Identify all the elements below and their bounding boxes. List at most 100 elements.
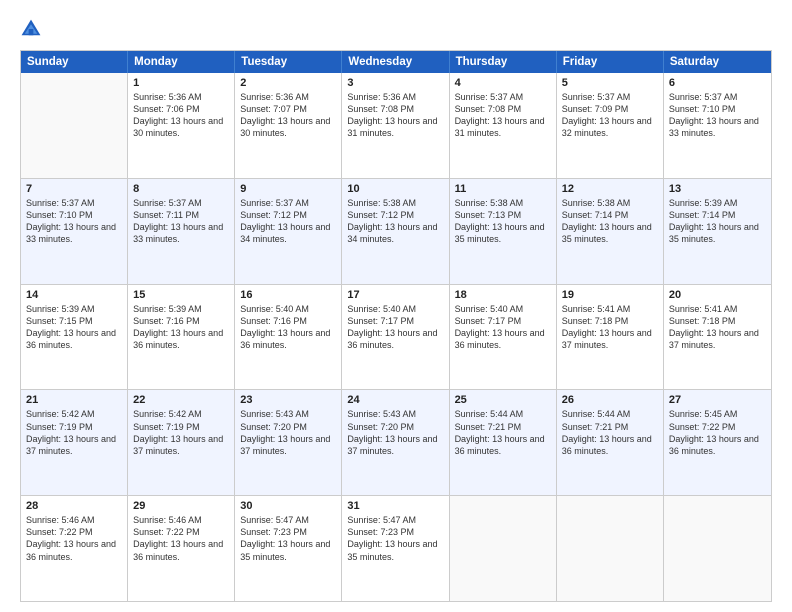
cell-info: Sunrise: 5:42 AMSunset: 7:19 PMDaylight:…: [133, 408, 229, 457]
calendar-body: 1 Sunrise: 5:36 AMSunset: 7:06 PMDaylight…: [21, 73, 771, 601]
cell-info: Sunrise: 5:38 AMSunset: 7:14 PMDaylight:…: [562, 197, 658, 246]
day-number: 26: [562, 394, 658, 406]
cell-info: Sunrise: 5:46 AMSunset: 7:22 PMDaylight:…: [133, 514, 229, 563]
cal-cell: 12 Sunrise: 5:38 AMSunset: 7:14 PMDayligh…: [557, 179, 664, 284]
cal-cell: 28Sunrise: 5:46 AMSunset: 7:22 PMDayligh…: [21, 496, 128, 601]
cal-week-4: 21 Sunrise: 5:42 AMSunset: 7:19 PMDayligh…: [21, 390, 771, 496]
cal-week-2: 7Sunrise: 5:37 AMSunset: 7:10 PMDaylight…: [21, 179, 771, 285]
cell-info: Sunrise: 5:37 AMSunset: 7:08 PMDaylight:…: [455, 91, 551, 140]
day-number: 19: [562, 289, 658, 301]
cal-cell: 14 Sunrise: 5:39 AMSunset: 7:15 PMDayligh…: [21, 285, 128, 390]
cell-info: Sunrise: 5:40 AMSunset: 7:17 PMDaylight:…: [347, 303, 443, 352]
day-number: 13: [669, 183, 766, 195]
cell-info: Sunrise: 5:41 AMSunset: 7:18 PMDaylight:…: [562, 303, 658, 352]
cal-cell: 16 Sunrise: 5:40 AMSunset: 7:16 PMDayligh…: [235, 285, 342, 390]
cal-header-sunday: Sunday: [21, 51, 128, 73]
day-number: 18: [455, 289, 551, 301]
cal-cell: 6 Sunrise: 5:37 AMSunset: 7:10 PMDaylight…: [664, 73, 771, 178]
cal-cell: 25Sunrise: 5:44 AMSunset: 7:21 PMDayligh…: [450, 390, 557, 495]
cell-info: Sunrise: 5:36 AMSunset: 7:08 PMDaylight:…: [347, 91, 443, 140]
cell-info: Sunrise: 5:37 AMSunset: 7:10 PMDaylight:…: [669, 91, 766, 140]
cal-cell: 23 Sunrise: 5:43 AMSunset: 7:20 PMDayligh…: [235, 390, 342, 495]
cell-info: Sunrise: 5:38 AMSunset: 7:12 PMDaylight:…: [347, 197, 443, 246]
day-number: 9: [240, 183, 336, 195]
cell-info: Sunrise: 5:39 AMSunset: 7:15 PMDaylight:…: [26, 303, 122, 352]
day-number: 17: [347, 289, 443, 301]
cell-info: Sunrise: 5:37 AMSunset: 7:09 PMDaylight:…: [562, 91, 658, 140]
cal-week-3: 14 Sunrise: 5:39 AMSunset: 7:15 PMDayligh…: [21, 285, 771, 391]
cal-cell: 24 Sunrise: 5:43 AMSunset: 7:20 PMDayligh…: [342, 390, 449, 495]
cal-cell: 7Sunrise: 5:37 AMSunset: 7:10 PMDaylight…: [21, 179, 128, 284]
cal-cell: [664, 496, 771, 601]
cell-info: Sunrise: 5:45 AMSunset: 7:22 PMDaylight:…: [669, 408, 766, 457]
cell-info: Sunrise: 5:43 AMSunset: 7:20 PMDaylight:…: [347, 408, 443, 457]
header: [20, 18, 772, 40]
cal-cell: 2 Sunrise: 5:36 AMSunset: 7:07 PMDaylight…: [235, 73, 342, 178]
day-number: 1: [133, 77, 229, 89]
cell-info: Sunrise: 5:37 AMSunset: 7:12 PMDaylight:…: [240, 197, 336, 246]
cal-cell: 30 Sunrise: 5:47 AMSunset: 7:23 PMDayligh…: [235, 496, 342, 601]
cal-cell: 5Sunrise: 5:37 AMSunset: 7:09 PMDaylight…: [557, 73, 664, 178]
cell-info: Sunrise: 5:43 AMSunset: 7:20 PMDaylight:…: [240, 408, 336, 457]
day-number: 4: [455, 77, 551, 89]
day-number: 27: [669, 394, 766, 406]
day-number: 3: [347, 77, 443, 89]
cal-week-1: 1 Sunrise: 5:36 AMSunset: 7:06 PMDaylight…: [21, 73, 771, 179]
day-number: 10: [347, 183, 443, 195]
cal-cell: 31Sunrise: 5:47 AMSunset: 7:23 PMDayligh…: [342, 496, 449, 601]
cell-info: Sunrise: 5:36 AMSunset: 7:06 PMDaylight:…: [133, 91, 229, 140]
cal-cell: 21 Sunrise: 5:42 AMSunset: 7:19 PMDayligh…: [21, 390, 128, 495]
day-number: 8: [133, 183, 229, 195]
cell-info: Sunrise: 5:47 AMSunset: 7:23 PMDaylight:…: [347, 514, 443, 563]
cell-info: Sunrise: 5:37 AMSunset: 7:11 PMDaylight:…: [133, 197, 229, 246]
day-number: 2: [240, 77, 336, 89]
cal-header-wednesday: Wednesday: [342, 51, 449, 73]
cal-cell: 8 Sunrise: 5:37 AMSunset: 7:11 PMDaylight…: [128, 179, 235, 284]
page: SundayMondayTuesdayWednesdayThursdayFrid…: [0, 0, 792, 612]
cal-cell: 29Sunrise: 5:46 AMSunset: 7:22 PMDayligh…: [128, 496, 235, 601]
day-number: 16: [240, 289, 336, 301]
cal-cell: 11 Sunrise: 5:38 AMSunset: 7:13 PMDayligh…: [450, 179, 557, 284]
cell-info: Sunrise: 5:36 AMSunset: 7:07 PMDaylight:…: [240, 91, 336, 140]
calendar-header-row: SundayMondayTuesdayWednesdayThursdayFrid…: [21, 51, 771, 73]
cell-info: Sunrise: 5:38 AMSunset: 7:13 PMDaylight:…: [455, 197, 551, 246]
calendar: SundayMondayTuesdayWednesdayThursdayFrid…: [20, 50, 772, 602]
day-number: 12: [562, 183, 658, 195]
day-number: 22: [133, 394, 229, 406]
day-number: 21: [26, 394, 122, 406]
day-number: 11: [455, 183, 551, 195]
cal-cell: 15 Sunrise: 5:39 AMSunset: 7:16 PMDayligh…: [128, 285, 235, 390]
cell-info: Sunrise: 5:39 AMSunset: 7:14 PMDaylight:…: [669, 197, 766, 246]
cal-header-thursday: Thursday: [450, 51, 557, 73]
cell-info: Sunrise: 5:47 AMSunset: 7:23 PMDaylight:…: [240, 514, 336, 563]
cal-cell: 1 Sunrise: 5:36 AMSunset: 7:06 PMDaylight…: [128, 73, 235, 178]
cal-cell: 27 Sunrise: 5:45 AMSunset: 7:22 PMDayligh…: [664, 390, 771, 495]
day-number: 15: [133, 289, 229, 301]
cell-info: Sunrise: 5:40 AMSunset: 7:16 PMDaylight:…: [240, 303, 336, 352]
cal-cell: 9 Sunrise: 5:37 AMSunset: 7:12 PMDaylight…: [235, 179, 342, 284]
cal-cell: 13 Sunrise: 5:39 AMSunset: 7:14 PMDayligh…: [664, 179, 771, 284]
logo-icon: [20, 18, 42, 40]
cal-cell: [21, 73, 128, 178]
cell-info: Sunrise: 5:42 AMSunset: 7:19 PMDaylight:…: [26, 408, 122, 457]
cal-header-monday: Monday: [128, 51, 235, 73]
cell-info: Sunrise: 5:39 AMSunset: 7:16 PMDaylight:…: [133, 303, 229, 352]
cal-cell: 20Sunrise: 5:41 AMSunset: 7:18 PMDayligh…: [664, 285, 771, 390]
day-number: 24: [347, 394, 443, 406]
cell-info: Sunrise: 5:44 AMSunset: 7:21 PMDaylight:…: [455, 408, 551, 457]
cal-header-friday: Friday: [557, 51, 664, 73]
logo: [20, 18, 46, 40]
day-number: 30: [240, 500, 336, 512]
cal-cell: 26Sunrise: 5:44 AMSunset: 7:21 PMDayligh…: [557, 390, 664, 495]
day-number: 20: [669, 289, 766, 301]
day-number: 7: [26, 183, 122, 195]
cal-cell: [450, 496, 557, 601]
cal-cell: 19 Sunrise: 5:41 AMSunset: 7:18 PMDayligh…: [557, 285, 664, 390]
cal-header-tuesday: Tuesday: [235, 51, 342, 73]
day-number: 14: [26, 289, 122, 301]
cal-cell: 3 Sunrise: 5:36 AMSunset: 7:08 PMDaylight…: [342, 73, 449, 178]
cal-cell: [557, 496, 664, 601]
cell-info: Sunrise: 5:46 AMSunset: 7:22 PMDaylight:…: [26, 514, 122, 563]
day-number: 23: [240, 394, 336, 406]
day-number: 6: [669, 77, 766, 89]
